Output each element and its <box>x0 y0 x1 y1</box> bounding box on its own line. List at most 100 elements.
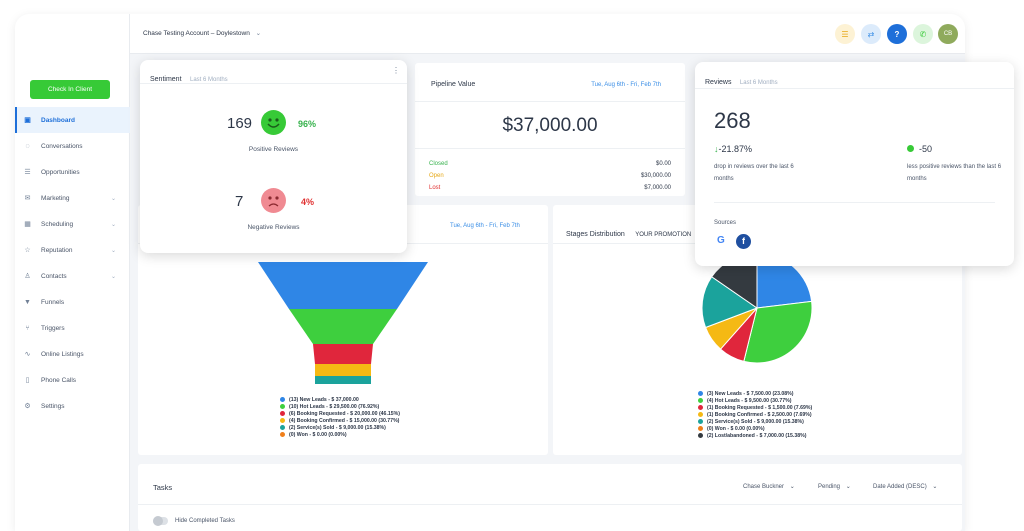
legend-label: (1) Booking Confirmed - $ 2,500.00 (7.69… <box>707 411 812 418</box>
sidebar-item-dashboard[interactable]: ▣ Dashboard <box>15 107 130 133</box>
legend-item: (0) Won - $ 0.00 (0.00%) <box>698 425 812 432</box>
reviews-total: 268 <box>714 108 751 133</box>
sidebar-item-label: Phone Calls <box>41 376 77 384</box>
sidebar-item-funnels[interactable]: ▼ Funnels <box>15 289 130 315</box>
sidebar: Check In Client ▣ Dashboard ◌ Conversations… <box>15 14 130 531</box>
legend-item: (2) Service(s) Sold - $ 9,000.00 (15.38%… <box>698 418 812 425</box>
swap-icon[interactable]: ⇄ <box>861 24 881 44</box>
legend-label: (0) Won - $ 0.00 (0.00%) <box>707 425 765 432</box>
hide-completed-toggle[interactable] <box>153 516 168 526</box>
reviews-change: ↓-21.87% <box>714 144 752 154</box>
funnel-segment[interactable] <box>315 364 371 376</box>
phone-icon: ▯ <box>25 377 30 384</box>
legend-item: (1) Booking Requested - $ 1,500.00 (7.69… <box>698 404 812 411</box>
sidebar-nav: ▣ Dashboard ◌ Conversations ☰ Opportunities ✉ M… <box>15 107 130 419</box>
user-icon: ♙ <box>24 273 31 280</box>
pipeline-row-lost: Lost $7,000.00 <box>429 185 671 191</box>
avatar[interactable]: CB <box>938 24 958 44</box>
legend-label: (6) Booking Requested - $ 20,000.00 (46.… <box>289 410 400 417</box>
pie-chart <box>701 252 813 364</box>
pipeline-row-closed: Closed $0.00 <box>429 161 671 167</box>
google-icon[interactable]: G <box>717 235 729 247</box>
chat-icon: ◌ <box>25 142 30 150</box>
reviews-diff: -50 <box>907 144 932 154</box>
sidebar-item-phone-calls[interactable]: ▯ Phone Calls <box>15 367 130 393</box>
legend-item: (10) Hot Leads - $ 29,500.00 (76.92%) <box>280 403 400 410</box>
sidebar-item-online-listings[interactable]: ∿ Online Listings <box>15 341 130 367</box>
sort-label: Date Added (DESC) <box>873 484 927 490</box>
status-filter[interactable]: Pending ⌄ <box>818 483 851 490</box>
pipeline-row-value: $30,000.00 <box>640 173 671 179</box>
legend-swatch <box>280 418 285 423</box>
sidebar-item-triggers[interactable]: ⑂ Triggers <box>15 315 130 341</box>
legend-label: (10) Hot Leads - $ 29,500.00 (76.92%) <box>289 403 380 410</box>
legend-item: (6) Booking Requested - $ 20,000.00 (46.… <box>280 410 400 417</box>
sidebar-item-label: Contacts <box>41 272 67 280</box>
tasks-title: Tasks <box>153 483 173 492</box>
sidebar-item-label: Dashboard <box>41 116 75 124</box>
reviews-card: Reviews Last 6 Months 268 ↓-21.87% drop … <box>695 62 1014 266</box>
check-in-client-button[interactable]: Check In Client <box>30 80 110 99</box>
reviews-change-value: -21.87% <box>718 144 753 154</box>
legend-label: (2) Lost/abandoned - $ 7,000.00 (15.38%) <box>707 432 807 439</box>
funnel-date-range[interactable]: Tue, Aug 6th - Fri, Feb 7th <box>450 223 520 229</box>
help-icon[interactable]: ? <box>887 24 907 44</box>
sort-filter[interactable]: Date Added (DESC) ⌄ <box>873 483 937 490</box>
chevron-down-icon: ⌄ <box>110 221 116 228</box>
sad-face-icon <box>261 188 286 213</box>
sidebar-item-contacts[interactable]: ♙ Contacts ⌄ <box>15 263 130 289</box>
sidebar-item-settings[interactable]: ⚙ Settings <box>15 393 130 419</box>
sidebar-item-reputation[interactable]: ☆ Reputation ⌄ <box>15 237 130 263</box>
pipeline-selector[interactable]: YOUR PROMOTION <box>635 232 691 238</box>
reviews-diff-note: less positive reviews than the last 6 mo… <box>907 164 1002 182</box>
dashboard-icon: ▣ <box>24 117 31 124</box>
sidebar-item-opportunities[interactable]: ☰ Opportunities <box>15 159 130 185</box>
phone-icon[interactable]: ✆ <box>913 24 933 44</box>
legend-swatch <box>698 433 703 438</box>
legend-label: (0) Won - $ 0.00 (0.00%) <box>289 431 347 438</box>
chevron-down-icon: ⌄ <box>255 30 262 37</box>
more-icon[interactable]: ⋮ <box>392 66 400 75</box>
pipeline-row-label: Open <box>429 173 444 179</box>
funnel-segment[interactable] <box>315 376 371 384</box>
sidebar-item-scheduling[interactable]: ▦ Scheduling ⌄ <box>15 211 130 237</box>
assignee-filter[interactable]: Chase Buckner ⌄ <box>743 483 795 490</box>
legend-item: (2) Lost/abandoned - $ 7,000.00 (15.38%) <box>698 432 812 439</box>
facebook-icon[interactable]: f <box>736 234 751 249</box>
happy-face-icon <box>261 110 286 135</box>
account-name: Chase Testing Account – Doylestown <box>143 30 250 37</box>
trigger-icon: ⑂ <box>25 324 30 332</box>
sidebar-item-conversations[interactable]: ◌ Conversations <box>15 133 130 159</box>
funnel-segment[interactable] <box>258 262 428 309</box>
star-icon: ☆ <box>24 247 31 254</box>
negative-count: 7 <box>235 193 244 210</box>
funnel-segment[interactable] <box>289 309 397 344</box>
sources-label: Sources <box>714 220 737 226</box>
toggle-knob <box>153 516 163 526</box>
pipeline-total: $37,000.00 <box>502 115 598 136</box>
sentiment-title: Sentiment <box>150 76 182 83</box>
notifications-icon[interactable]: ☰ <box>835 24 855 44</box>
sidebar-item-label: Triggers <box>41 324 65 332</box>
pipeline-date-range[interactable]: Tue, Aug 6th - Fri, Feb 7th <box>591 82 661 88</box>
legend-swatch <box>698 426 703 431</box>
legend-swatch <box>698 419 703 424</box>
legend-label: (2) Service(s) Sold - $ 9,000.00 (15.38%… <box>289 424 386 431</box>
list-icon: ☰ <box>24 169 31 176</box>
sidebar-item-marketing[interactable]: ✉ Marketing ⌄ <box>15 185 130 211</box>
calendar-icon: ▦ <box>24 221 31 228</box>
legend-swatch <box>280 411 285 416</box>
funnel-segment[interactable] <box>313 344 373 364</box>
assignee-label: Chase Buckner <box>743 484 785 490</box>
account-switcher[interactable]: Chase Testing Account – Doylestown ⌄ <box>143 29 261 37</box>
positive-label: Positive Reviews <box>248 146 299 153</box>
chevron-down-icon: ⌄ <box>789 484 795 490</box>
legend-item: (1) Booking Confirmed - $ 2,500.00 (7.69… <box>698 411 812 418</box>
pipeline-row-open: Open $30,000.00 <box>429 173 671 179</box>
sentiment-card: Sentiment Last 6 Months ⋮ 169 96% Positi… <box>140 60 407 253</box>
status-label: Pending <box>818 484 841 490</box>
funnel-chart <box>258 262 428 384</box>
legend-swatch <box>280 432 285 437</box>
legend-item: (4) Booking Confirmed - $ 15,000.00 (30.… <box>280 417 400 424</box>
legend-item: (4) Hot Leads - $ 9,500.00 (30.77%) <box>698 397 812 404</box>
